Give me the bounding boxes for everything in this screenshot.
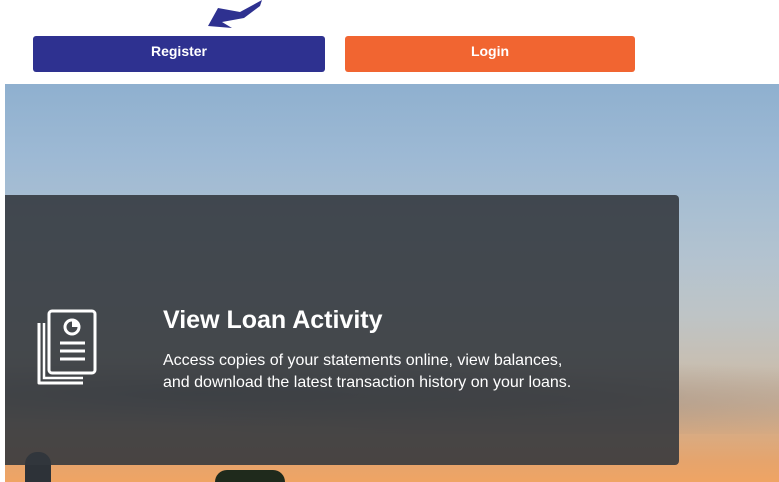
feature-card: View Loan Activity Access copies of your… xyxy=(5,195,679,465)
document-chart-icon xyxy=(37,309,97,385)
page: Register Login View Loan Activity Access… xyxy=(0,0,779,482)
annotation-arrow-icon xyxy=(208,0,262,28)
feature-card-description: Access copies of your statements online,… xyxy=(163,350,663,394)
feature-card-description-line: Access copies of your statements online,… xyxy=(163,352,563,369)
trees-silhouette xyxy=(215,470,285,482)
register-button-label: Register xyxy=(150,43,208,59)
feature-card-description-line: and download the latest transaction hist… xyxy=(163,374,572,391)
login-button[interactable]: Login xyxy=(345,36,635,72)
register-button[interactable]: Register xyxy=(33,36,325,72)
login-button-label: Login xyxy=(470,43,510,59)
feature-card-title: View Loan Activity xyxy=(163,306,383,334)
